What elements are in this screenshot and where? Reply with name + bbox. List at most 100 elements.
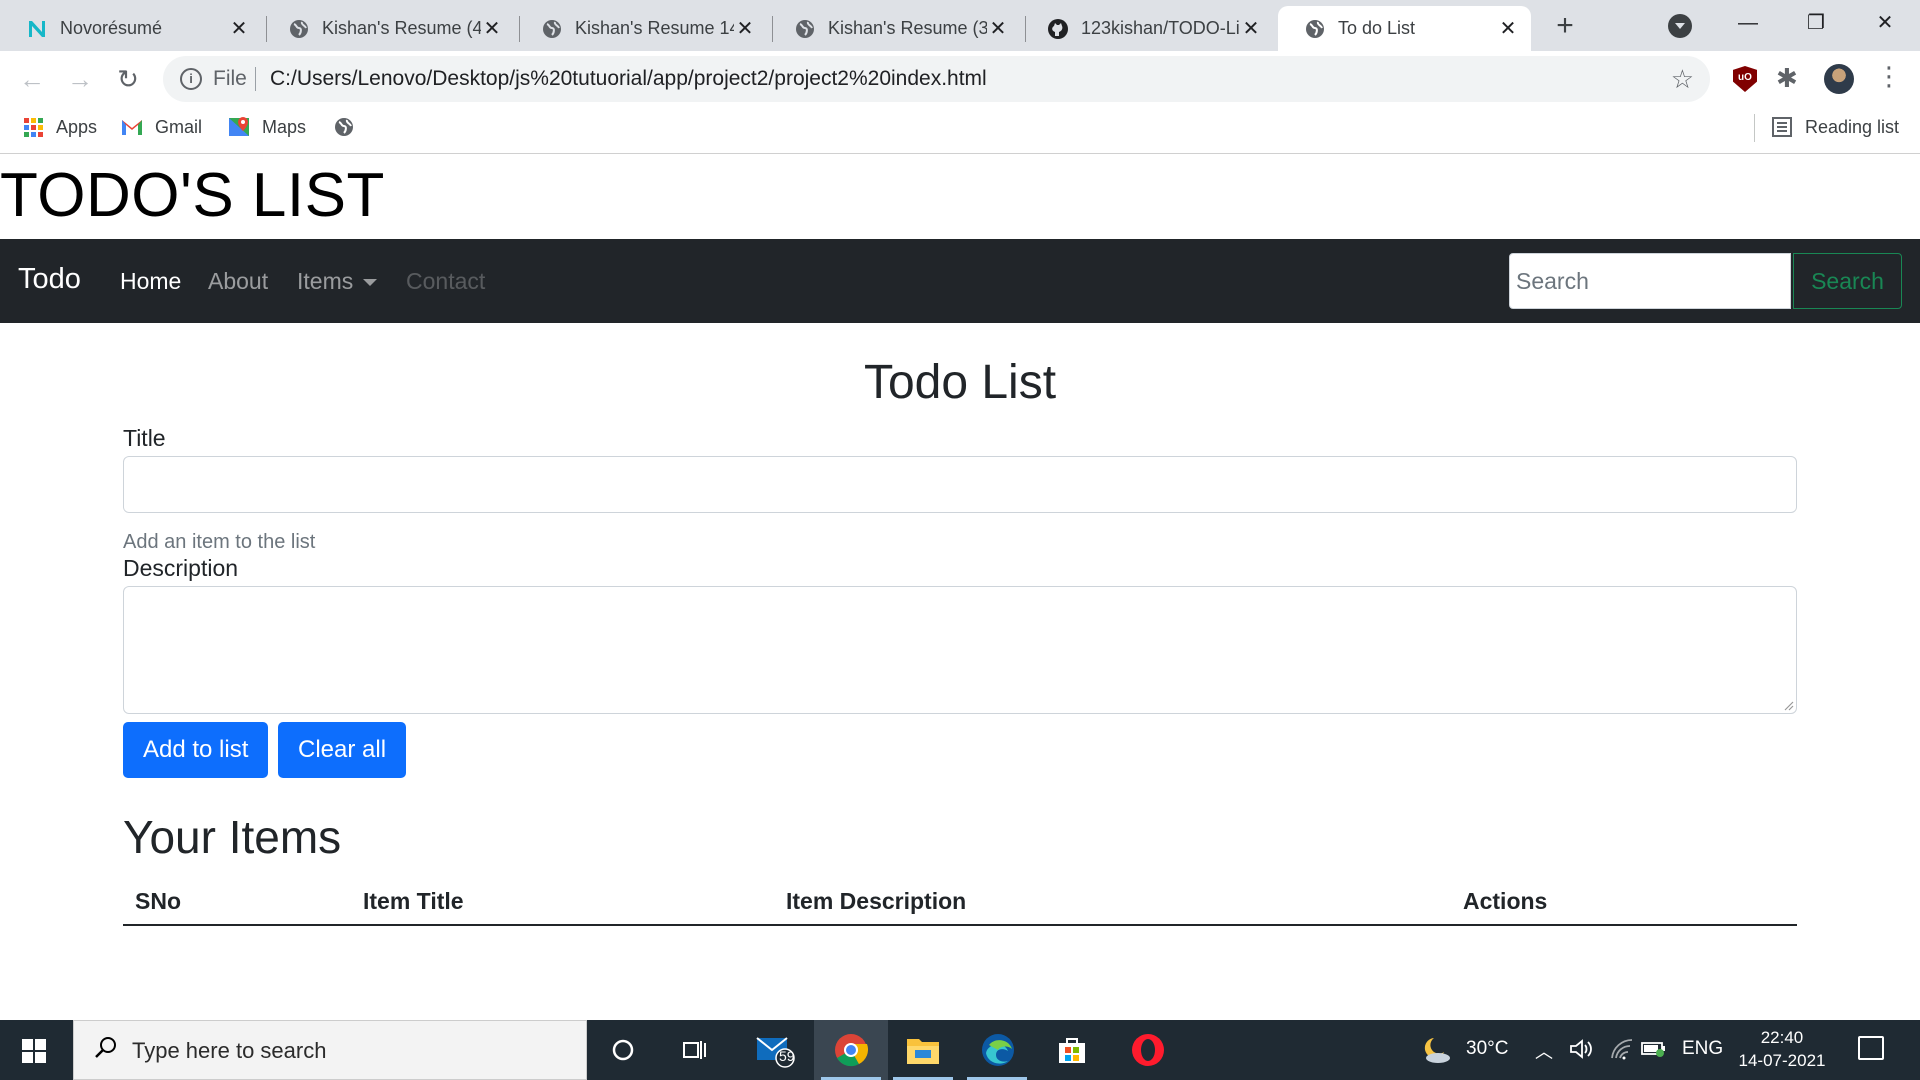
- windows-start-icon[interactable]: [22, 1039, 46, 1063]
- globe-icon: [288, 18, 310, 40]
- tab-close-icon[interactable]: ✕: [1497, 16, 1519, 41]
- nav-dropdown-label: Items: [297, 268, 354, 294]
- tab-kishan-resume-14[interactable]: Kishan's Resume 14 ✕: [515, 6, 768, 51]
- task-view-icon[interactable]: [676, 1030, 716, 1070]
- browser-menu-icon[interactable]: ⋮: [1876, 61, 1902, 91]
- browser-toolbar: ← → ↻ i File C:/Users/Lenovo/Desktop/js%…: [0, 51, 1920, 106]
- description-textarea[interactable]: [123, 586, 1797, 714]
- mail-badge: 59: [779, 1048, 795, 1064]
- page-title: TODO'S LIST: [0, 161, 385, 230]
- col-sno: SNo: [135, 888, 181, 914]
- add-to-list-button[interactable]: Add to list: [123, 722, 269, 778]
- opera-icon[interactable]: [1128, 1030, 1168, 1070]
- bookmark-star-icon[interactable]: ☆: [1671, 64, 1694, 95]
- ublock-shield-icon[interactable]: uO: [1733, 66, 1757, 92]
- volume-icon[interactable]: [1569, 1038, 1593, 1066]
- bookmark-gmail[interactable]: Gmail: [121, 116, 202, 138]
- bookmark-globe[interactable]: [333, 116, 367, 138]
- search-icon: [94, 1035, 118, 1066]
- reading-list-icon: [1771, 116, 1793, 138]
- tab-kishan-resume-3[interactable]: Kishan's Resume (3) ✕: [768, 6, 1021, 51]
- minimize-button[interactable]: —: [1718, 8, 1778, 38]
- todo-heading: Todo List: [863, 356, 1057, 409]
- navbar: Todo Home About Items Contact Search: [0, 239, 1920, 323]
- clear-all-button[interactable]: Clear all: [278, 722, 407, 778]
- navbar-search-input[interactable]: [1509, 253, 1791, 309]
- temperature-text[interactable]: 30°C: [1466, 1038, 1508, 1060]
- nav-dropdown-items[interactable]: Items: [297, 268, 378, 295]
- bookmarks-separator: [1754, 114, 1755, 142]
- tab-todo-list[interactable]: To do List ✕: [1278, 6, 1531, 51]
- file-explorer-icon[interactable]: [903, 1030, 943, 1070]
- windows-taskbar: Type here to search 59 30°C ︿ ENG 22:40 …: [0, 1020, 1920, 1080]
- apps-grid-icon: [22, 116, 44, 138]
- microsoft-store-icon[interactable]: [1052, 1030, 1092, 1070]
- title-label: Title: [123, 425, 166, 451]
- taskbar-search-placeholder: Type here to search: [132, 1038, 327, 1063]
- col-actions: Actions: [1463, 888, 1548, 914]
- taskbar-clock[interactable]: 22:40 14-07-2021: [1736, 1026, 1828, 1072]
- taskbar-search-box[interactable]: Type here to search: [73, 1020, 587, 1080]
- notification-center-icon[interactable]: [1858, 1036, 1884, 1060]
- globe-icon: [333, 116, 355, 138]
- clock-date: 14-07-2021: [1738, 1051, 1826, 1070]
- wifi-icon[interactable]: [1610, 1038, 1634, 1066]
- navbar-brand[interactable]: Todo: [18, 263, 81, 296]
- reload-button[interactable]: ↻: [110, 61, 146, 97]
- novoresume-icon: [26, 18, 48, 40]
- github-icon: [1047, 18, 1069, 40]
- title-help-text: Add an item to the list: [123, 531, 316, 553]
- resize-grip-icon[interactable]: [1782, 699, 1794, 711]
- tab-github-todo[interactable]: 123kishan/TODO-List ✕: [1021, 6, 1274, 51]
- globe-icon: [794, 18, 816, 40]
- reading-list-button[interactable]: Reading list: [1771, 116, 1899, 138]
- nav-link-contact: Contact: [406, 268, 486, 294]
- forward-button[interactable]: →: [62, 61, 98, 97]
- navbar-search-button[interactable]: Search: [1793, 253, 1902, 309]
- tab-close-icon[interactable]: ✕: [1240, 16, 1262, 41]
- language-indicator[interactable]: ENG: [1682, 1038, 1723, 1060]
- tab-search-icon[interactable]: [1668, 14, 1692, 38]
- gmail-icon: [121, 116, 143, 138]
- caret-down-icon: [363, 279, 378, 287]
- battery-icon[interactable]: [1641, 1038, 1667, 1064]
- scheme-label: File: [213, 67, 247, 90]
- page-viewport: TODO'S LIST Todo Home About Items Contac…: [0, 154, 1920, 1020]
- address-separator: [255, 67, 256, 91]
- bookmark-apps[interactable]: Apps: [22, 116, 97, 138]
- tab-novoresume[interactable]: Novorésumé ✕: [0, 6, 262, 51]
- col-item-description: Item Description: [786, 888, 967, 914]
- profile-avatar[interactable]: [1824, 64, 1854, 94]
- items-heading: Your Items: [123, 811, 342, 863]
- maps-icon: [228, 116, 250, 138]
- cortana-icon[interactable]: [603, 1030, 643, 1070]
- nav-link-home[interactable]: Home: [120, 268, 181, 295]
- tab-close-icon[interactable]: ✕: [481, 16, 503, 41]
- tab-strip: Novorésumé ✕ Kishan's Resume (4) ✕ Kisha…: [0, 0, 1920, 51]
- bookmarks-bar: Apps Gmail Maps Reading list: [0, 106, 1920, 154]
- bookmark-maps[interactable]: Maps: [228, 116, 306, 138]
- url-text[interactable]: C:/Users/Lenovo/Desktop/js%20tutuorial/a…: [270, 67, 987, 91]
- back-button[interactable]: ←: [14, 61, 50, 97]
- tab-close-icon[interactable]: ✕: [734, 16, 756, 41]
- clock-time: 22:40: [1760, 1028, 1804, 1047]
- mail-icon[interactable]: 59: [755, 1030, 795, 1070]
- address-bar[interactable]: i File C:/Users/Lenovo/Desktop/js%20tutu…: [163, 56, 1710, 102]
- site-info-icon[interactable]: i: [180, 68, 202, 90]
- tab-close-icon[interactable]: ✕: [987, 16, 1009, 41]
- title-input[interactable]: [123, 456, 1797, 513]
- extensions-puzzle-icon[interactable]: ✱: [1776, 63, 1798, 94]
- weather-moon-icon[interactable]: [1416, 1030, 1456, 1070]
- new-tab-button[interactable]: +: [1548, 10, 1582, 44]
- tab-kishan-resume-4[interactable]: Kishan's Resume (4) ✕: [262, 6, 515, 51]
- items-table-header: SNo Item Title Item Description Actions: [123, 878, 1797, 926]
- col-item-title: Item Title: [363, 888, 464, 914]
- restore-button[interactable]: ❐: [1786, 8, 1846, 38]
- edge-icon[interactable]: [978, 1030, 1018, 1070]
- nav-link-about[interactable]: About: [208, 268, 268, 295]
- chrome-icon[interactable]: [831, 1030, 871, 1070]
- globe-icon: [541, 18, 563, 40]
- tray-chevron-up-icon[interactable]: ︿: [1535, 1038, 1553, 1064]
- close-window-button[interactable]: ✕: [1855, 8, 1915, 38]
- tab-close-icon[interactable]: ✕: [228, 16, 250, 41]
